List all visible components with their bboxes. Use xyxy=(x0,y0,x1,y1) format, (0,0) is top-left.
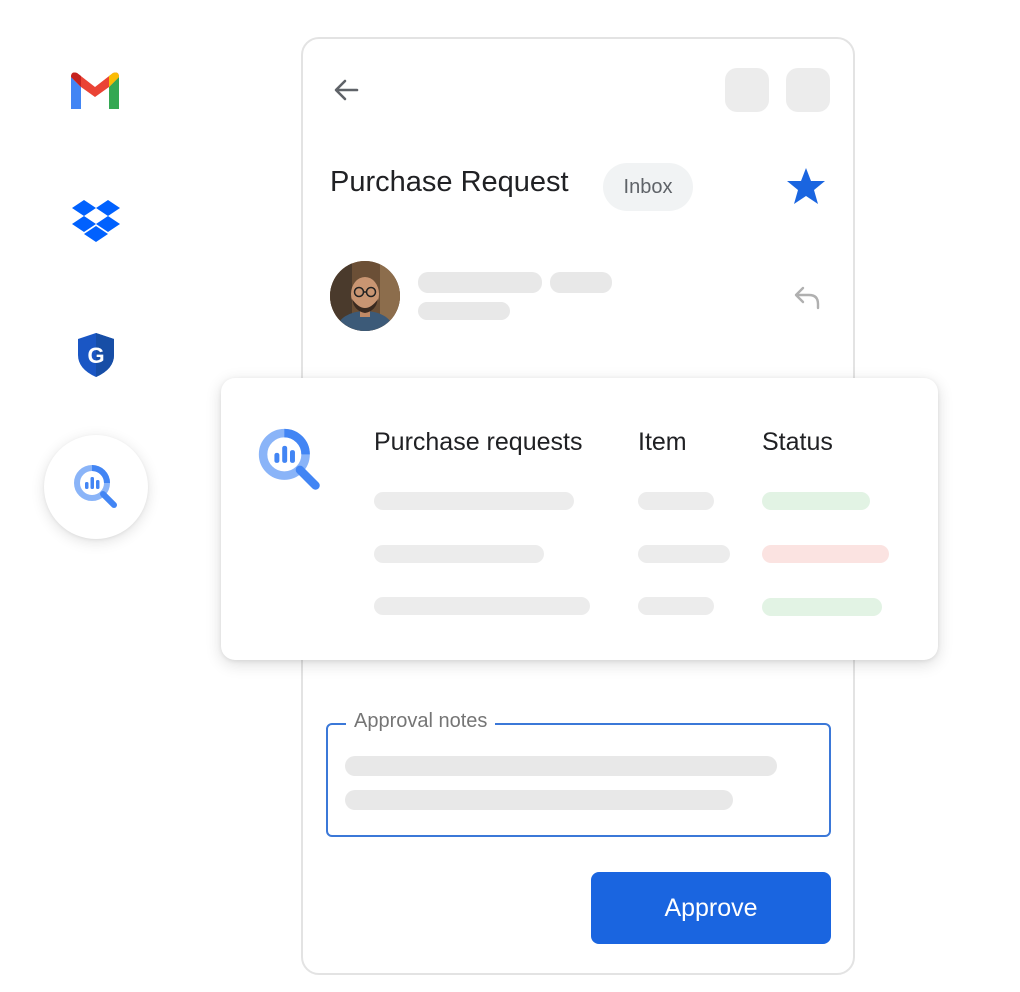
table-row-2-request-placeholder xyxy=(374,545,544,563)
notes-text-placeholder-2 xyxy=(345,790,733,810)
approve-button[interactable]: Approve xyxy=(591,872,831,944)
column-header-item: Item xyxy=(638,428,687,456)
bigquery-app-button[interactable] xyxy=(44,435,148,539)
sender-meta-placeholder xyxy=(550,272,612,293)
bigquery-icon xyxy=(258,428,320,490)
gmail-icon xyxy=(71,72,119,109)
table-row-1-request-placeholder xyxy=(374,492,574,510)
table-row-2-status-badge xyxy=(762,545,889,563)
table-row-2-item-placeholder xyxy=(638,545,730,563)
email-subject: Purchase Request xyxy=(330,166,569,198)
reply-icon xyxy=(794,286,820,310)
dropbox-icon xyxy=(72,200,120,242)
star-icon xyxy=(787,168,825,204)
arrow-back-icon xyxy=(334,79,359,101)
sender-name-placeholder xyxy=(418,272,542,293)
table-row-3-item-placeholder xyxy=(638,597,714,615)
toolbar-action-button-1[interactable] xyxy=(725,68,769,112)
table-row-1-item-placeholder xyxy=(638,492,714,510)
google-admin-app-button[interactable]: G xyxy=(74,330,118,380)
sender-avatar xyxy=(330,261,400,331)
reply-button[interactable] xyxy=(792,282,824,314)
star-button[interactable] xyxy=(786,166,826,206)
inbox-label-chip[interactable]: Inbox xyxy=(603,163,693,211)
column-header-purchase-requests: Purchase requests xyxy=(374,428,583,456)
dropbox-app-button[interactable] xyxy=(70,198,122,244)
approval-notes-label: Approval notes xyxy=(346,710,496,733)
table-row-3-status-badge xyxy=(762,598,882,616)
notes-text-placeholder-1 xyxy=(345,756,777,776)
table-row-1-status-badge xyxy=(762,492,870,510)
sender-email-placeholder xyxy=(418,302,510,320)
toolbar-action-button-2[interactable] xyxy=(786,68,830,112)
google-shield-icon: G xyxy=(78,333,114,377)
table-row-3-request-placeholder xyxy=(374,597,590,615)
back-button[interactable] xyxy=(330,74,362,106)
svg-text:G: G xyxy=(87,343,104,368)
bigquery-icon xyxy=(74,465,117,508)
gmail-app-button[interactable] xyxy=(68,68,122,112)
approval-notes-field[interactable] xyxy=(326,723,831,837)
purchase-requests-card xyxy=(221,378,938,660)
column-header-status: Status xyxy=(762,428,833,456)
